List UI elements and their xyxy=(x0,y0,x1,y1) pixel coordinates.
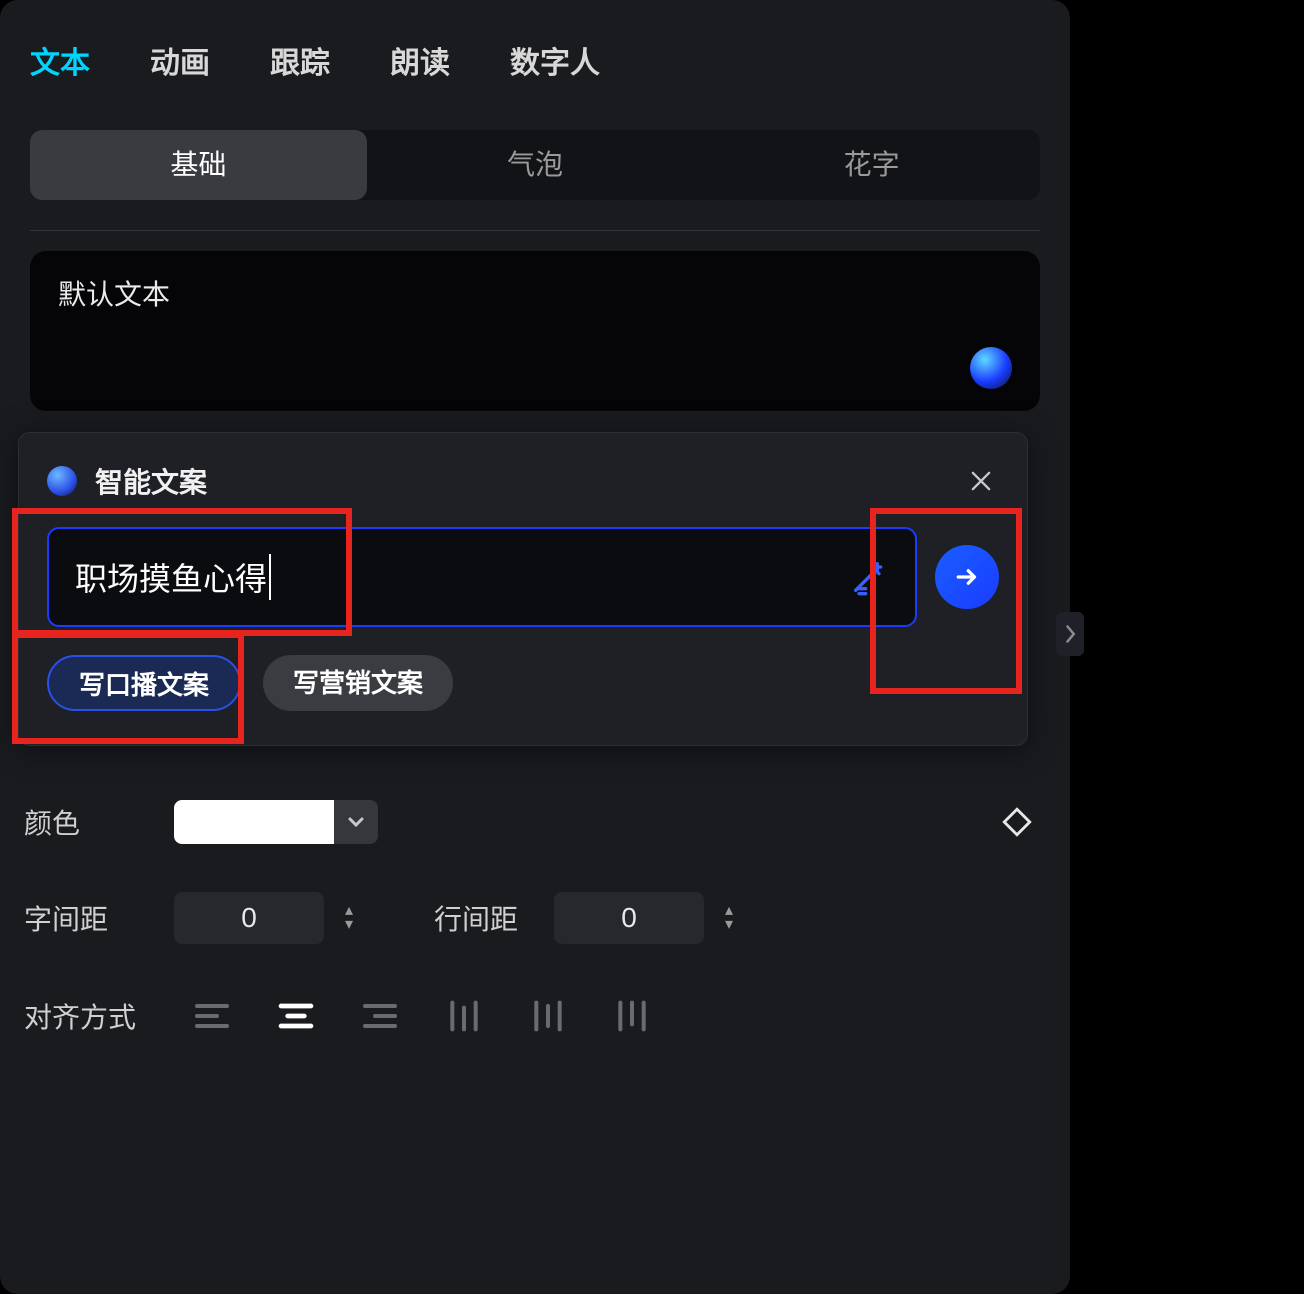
highlight-box xyxy=(12,630,352,636)
chevron-down-icon: ▾ xyxy=(334,918,364,932)
text-input-value: 默认文本 xyxy=(58,273,1012,313)
tab-text[interactable]: 文本 xyxy=(30,38,90,82)
line-spacing-input[interactable]: 0 xyxy=(554,892,704,944)
popup-input-row: 职场摸鱼心得 xyxy=(47,527,999,627)
ai-orb-icon[interactable] xyxy=(970,347,1012,389)
chevron-down-icon: ▾ xyxy=(714,918,744,932)
subtab-basic[interactable]: 基础 xyxy=(30,130,367,200)
color-row: 颜色 xyxy=(24,800,1034,844)
color-label: 颜色 xyxy=(24,802,174,842)
subtab-bubble[interactable]: 气泡 xyxy=(367,130,704,200)
align-vertical-left-button[interactable] xyxy=(436,992,492,1040)
vertical-align-left-icon xyxy=(444,999,484,1033)
color-dropdown-button[interactable] xyxy=(334,800,378,844)
chip-broadcast-copy[interactable]: 写口播文案 xyxy=(47,655,241,711)
align-left-icon xyxy=(192,999,232,1033)
spacing-row: 字间距 0 ▴ ▾ 行间距 0 ▴ ▾ xyxy=(24,892,1034,944)
text-panel: 文本 动画 跟踪 朗读 数字人 基础 气泡 花字 默认文本 智能文案 职场摸鱼心… xyxy=(0,0,1070,1294)
color-swatch[interactable] xyxy=(174,800,334,844)
align-right-button[interactable] xyxy=(352,992,408,1040)
submit-button[interactable] xyxy=(935,545,999,609)
align-center-icon xyxy=(276,999,316,1033)
align-center-button[interactable] xyxy=(268,992,324,1040)
chevron-right-icon xyxy=(1063,624,1077,644)
popup-header: 智能文案 xyxy=(47,461,999,501)
text-input-area[interactable]: 默认文本 xyxy=(30,251,1040,411)
subtab-fancy[interactable]: 花字 xyxy=(703,130,1040,200)
char-spacing-input[interactable]: 0 xyxy=(174,892,324,944)
chip-marketing-copy[interactable]: 写营销文案 xyxy=(263,655,453,711)
prompt-input-value: 职场摸鱼心得 xyxy=(75,554,271,600)
align-left-button[interactable] xyxy=(184,992,240,1040)
line-spacing-label: 行间距 xyxy=(434,898,554,938)
tab-track[interactable]: 跟踪 xyxy=(270,38,330,82)
chip-row: 写口播文案 写营销文案 xyxy=(47,655,999,711)
top-tab-bar: 文本 动画 跟踪 朗读 数字人 xyxy=(0,0,1070,110)
panel-collapse-handle[interactable] xyxy=(1056,612,1084,656)
tab-animation[interactable]: 动画 xyxy=(150,38,210,82)
align-vertical-right-button[interactable] xyxy=(604,992,660,1040)
vertical-align-center-icon xyxy=(528,999,568,1033)
align-vertical-center-button[interactable] xyxy=(520,992,576,1040)
alignment-label: 对齐方式 xyxy=(24,996,174,1036)
keyframe-diamond-icon[interactable] xyxy=(1000,805,1034,839)
divider xyxy=(30,230,1040,231)
line-spacing-stepper[interactable]: ▴ ▾ xyxy=(714,892,744,944)
arrow-right-icon xyxy=(952,562,982,592)
magic-wand-icon[interactable] xyxy=(849,557,889,597)
alignment-buttons xyxy=(184,992,660,1040)
align-right-icon xyxy=(360,999,400,1033)
char-spacing-stepper[interactable]: ▴ ▾ xyxy=(334,892,364,944)
alignment-row: 对齐方式 xyxy=(24,992,1034,1040)
chevron-down-icon xyxy=(347,813,365,831)
sub-tab-bar: 基础 气泡 花字 xyxy=(30,130,1040,200)
close-button[interactable] xyxy=(963,463,999,499)
tab-read[interactable]: 朗读 xyxy=(390,38,450,82)
ai-orb-small-icon xyxy=(47,466,77,496)
style-controls: 颜色 字间距 0 ▴ ▾ 行间距 0 ▴ ▾ 对齐方式 xyxy=(24,800,1034,1088)
vertical-align-right-icon xyxy=(612,999,652,1033)
prompt-input[interactable]: 职场摸鱼心得 xyxy=(47,527,917,627)
close-icon xyxy=(967,467,995,495)
tab-avatar[interactable]: 数字人 xyxy=(510,38,600,82)
smart-copy-popup: 智能文案 职场摸鱼心得 写口播文案 写营销文案 xyxy=(18,432,1028,746)
char-spacing-label: 字间距 xyxy=(24,898,174,938)
popup-title: 智能文案 xyxy=(95,461,207,501)
